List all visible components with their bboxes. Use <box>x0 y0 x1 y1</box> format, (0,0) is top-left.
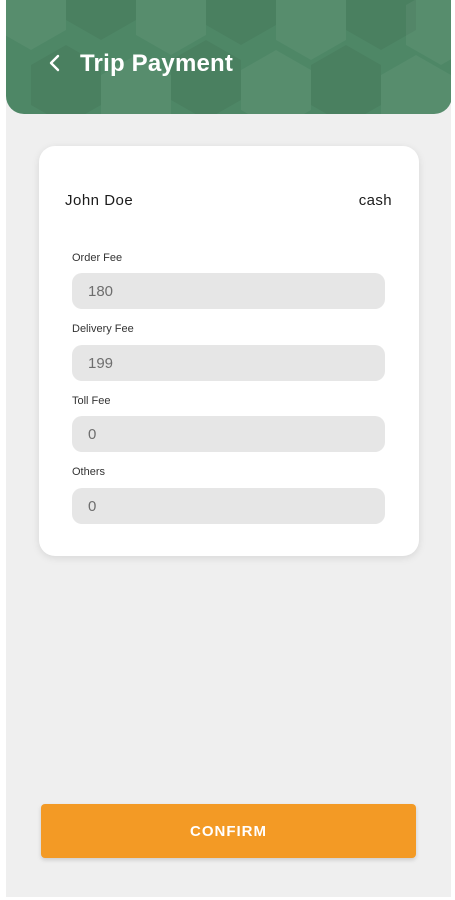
back-button[interactable] <box>40 48 70 78</box>
delivery-fee-label: Delivery Fee <box>72 323 134 335</box>
toll-fee-label: Toll Fee <box>72 395 111 407</box>
delivery-fee-input[interactable] <box>72 345 385 381</box>
order-fee-input[interactable] <box>72 273 385 309</box>
payment-card: John Doe cash Order Fee Delivery Fee Tol… <box>39 146 419 556</box>
header-pattern <box>66 0 136 40</box>
header-pattern <box>406 0 452 65</box>
chevron-left-icon <box>49 54 60 72</box>
others-input[interactable] <box>72 488 385 524</box>
header-pattern <box>241 50 311 114</box>
header-pattern <box>6 0 66 50</box>
header-pattern <box>346 0 416 50</box>
header: Trip Payment <box>6 0 452 114</box>
header-pattern <box>206 0 276 45</box>
payment-method: cash <box>358 192 392 209</box>
header-pattern <box>311 45 381 114</box>
order-fee-label: Order Fee <box>72 252 123 264</box>
toll-fee-input[interactable] <box>72 416 385 452</box>
trip-payment-screen: Trip Payment John Doe cash Order Fee Del… <box>0 0 455 900</box>
others-label: Others <box>72 466 106 478</box>
frame-edge <box>451 0 455 900</box>
frame-edge <box>0 0 6 900</box>
customer-name: John Doe <box>65 192 134 209</box>
confirm-button[interactable]: CONFIRM <box>41 804 416 858</box>
page-title: Trip Payment <box>80 50 234 77</box>
